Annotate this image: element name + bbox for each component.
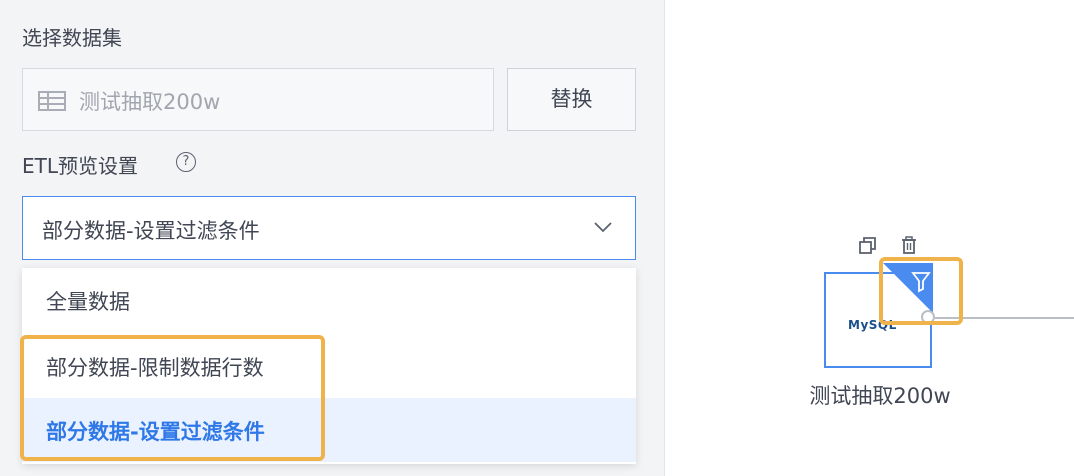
delete-icon[interactable] xyxy=(899,235,919,255)
dataset-field[interactable]: 测试抽取200w xyxy=(22,68,494,131)
option-label: 全量数据 xyxy=(46,290,130,314)
option-limit-rows[interactable]: 部分数据-限制数据行数 xyxy=(22,334,636,398)
etl-canvas[interactable]: MySQL 测试抽取200w xyxy=(665,0,1074,476)
option-label: 部分数据-限制数据行数 xyxy=(46,356,264,380)
etl-preview-dropdown: 全量数据 部分数据-限制数据行数 部分数据-设置过滤条件 xyxy=(22,268,636,464)
option-label: 部分数据-设置过滤条件 xyxy=(46,420,265,444)
replace-button[interactable]: 替换 xyxy=(507,68,636,131)
node-label: 测试抽取200w xyxy=(809,384,951,408)
table-icon xyxy=(38,91,66,111)
connection-line xyxy=(935,317,1074,319)
chevron-down-icon xyxy=(594,222,612,233)
option-full-data[interactable]: 全量数据 xyxy=(22,268,636,332)
output-connector[interactable] xyxy=(921,310,935,324)
etl-preview-label: ETL预览设置 xyxy=(22,154,138,178)
etl-preview-selected-value: 部分数据-设置过滤条件 xyxy=(42,219,260,243)
mysql-logo: MySQL xyxy=(848,318,897,332)
etl-preview-select[interactable]: 部分数据-设置过滤条件 xyxy=(22,196,636,260)
filter-icon[interactable] xyxy=(883,263,933,313)
help-icon[interactable]: ? xyxy=(176,152,196,172)
copy-icon[interactable] xyxy=(858,236,878,256)
option-filter-conditions[interactable]: 部分数据-设置过滤条件 xyxy=(22,398,636,462)
dataset-name: 测试抽取200w xyxy=(79,90,221,114)
left-panel: 选择数据集 测试抽取200w 替换 ETL预览设置 ? 部分数据-设置过滤条件 … xyxy=(0,0,665,476)
dataset-section-label: 选择数据集 xyxy=(22,26,122,50)
